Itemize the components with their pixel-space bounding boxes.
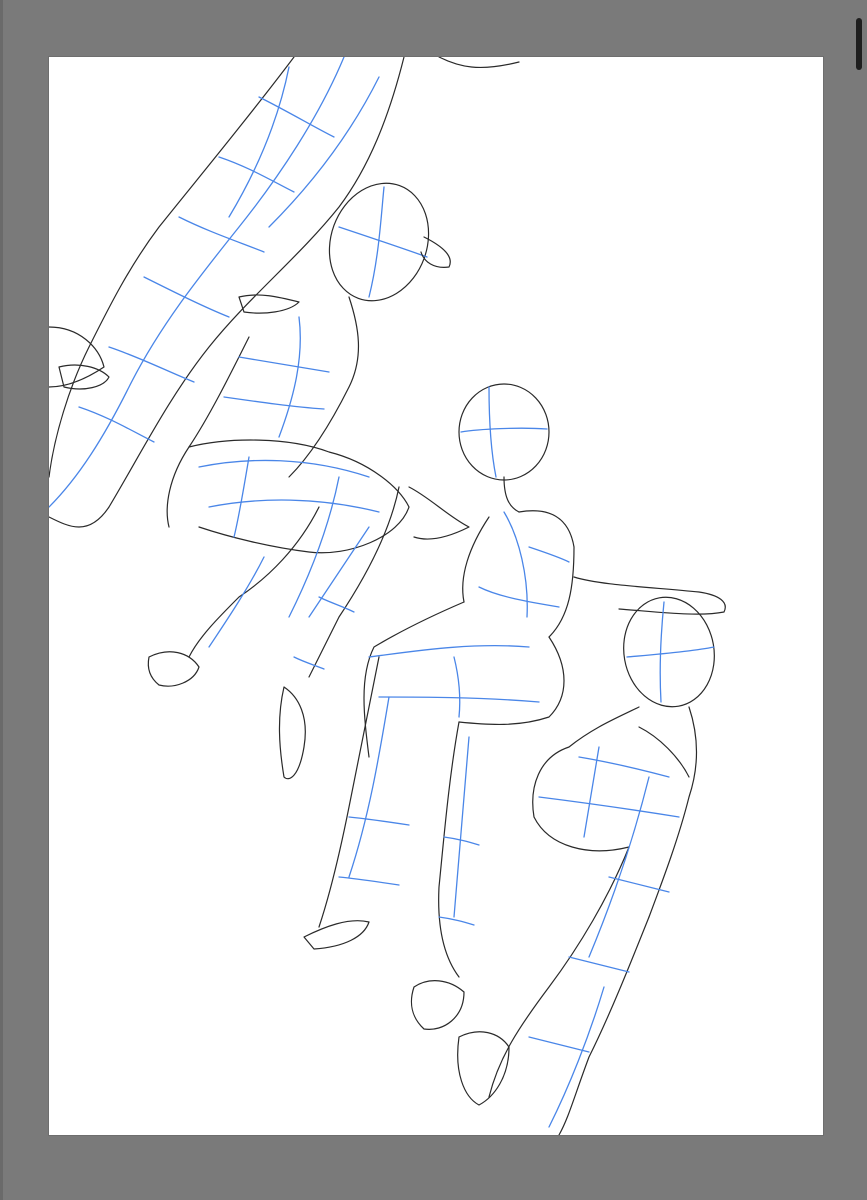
vertical-scrollbar[interactable]	[853, 0, 867, 1200]
scrollbar-thumb[interactable]	[856, 18, 862, 70]
workspace	[0, 0, 867, 1200]
figure-top-left	[49, 57, 520, 528]
figure-bottom-right	[457, 596, 715, 1135]
pose-sketch	[49, 57, 726, 1135]
drawing-canvas[interactable]	[49, 57, 823, 1135]
figure-middle	[147, 182, 451, 780]
figure-right-sitting	[303, 383, 726, 1030]
workspace-left-edge	[0, 0, 3, 1200]
